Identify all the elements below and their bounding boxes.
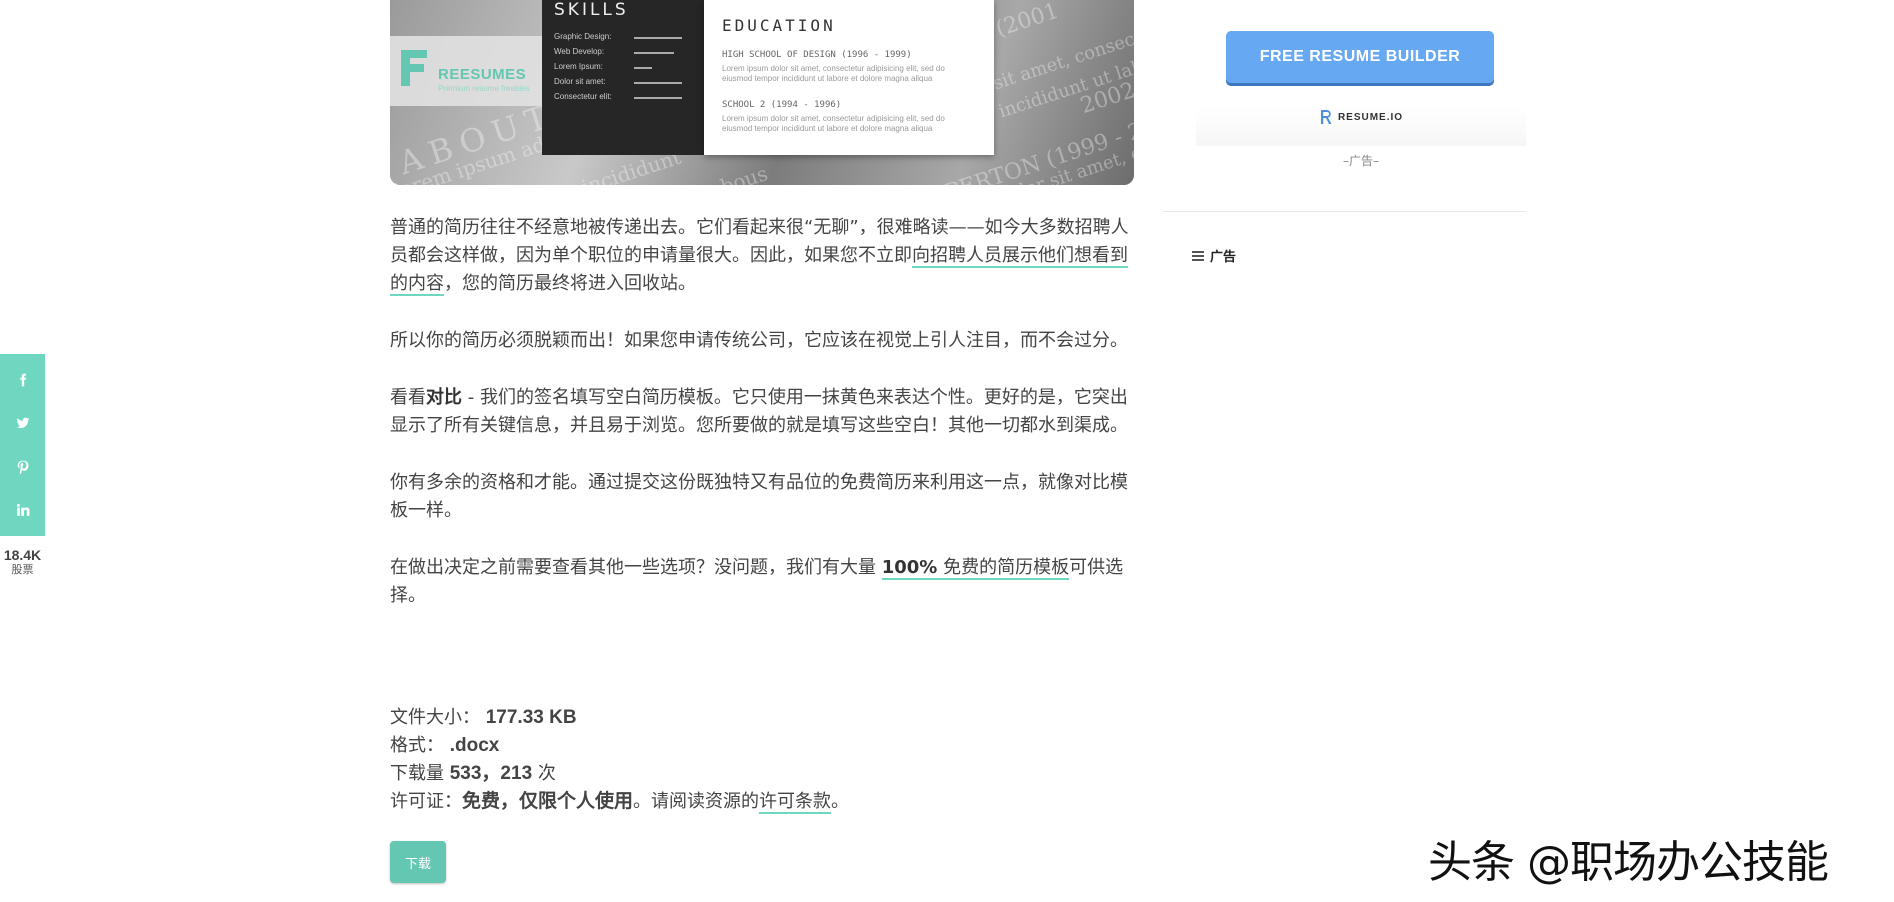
download-count-value: 533，213 [449,763,533,784]
paragraph-3: 看看对比 - 我们的签名填写空白简历模板。它只使用一抹黄色来表达个性。更好的是，… [390,387,1128,436]
facebook-share-button[interactable] [0,360,45,400]
twitter-icon [16,417,29,429]
free-templates-link[interactable]: 100% 免费的简历模板 [881,557,1070,580]
file-format-row: 格式： .docx [390,735,500,756]
linkedin-share-button[interactable] [0,490,45,530]
contrast-template-name: 对比 [426,387,462,408]
pinterest-share-button[interactable] [0,447,45,487]
skill-bar [634,52,674,54]
skill-bar [634,37,682,39]
education-panel: EDUCATION HIGH SCHOOL OF DESIGN (1996 - … [704,0,994,155]
sidebar-divider [1163,211,1526,212]
file-size-row: 文件大小： 177.33 KB [390,707,577,728]
download-button[interactable]: 下载 [390,841,446,883]
share-count-number: 18.4K [3,547,42,563]
skills-panel: SKILLS Graphic Design: Web Develop: Lore… [542,0,706,155]
pinterest-icon [17,460,28,474]
logo-subtitle: Premium resume freebies [438,84,530,93]
license-terms-link[interactable]: 许可条款 [759,791,832,814]
sidebar-ad-label: 广告 [1210,250,1237,265]
bg-text-bous: bous [717,161,771,185]
freesumes-logo-icon [401,50,427,86]
social-share-bar [0,354,45,536]
license-value: 免费，仅限个人使用 [462,791,634,812]
paragraph-1: 普通的简历往往不经意地被传递出去。它们看起来很“无聊”，很难略读——如今大多数招… [390,217,1129,296]
file-size-value: 177.33 KB [485,707,577,728]
school-2: SCHOOL 2 (1994 - 1996) [722,100,842,110]
free-resume-builder-button[interactable]: FREE RESUME BUILDER [1226,31,1494,83]
skill-label: Consectetur elit: [554,92,612,101]
ad-note: –广告– [1342,154,1379,168]
paragraph-5: 在做出决定之前需要查看其他一些选项？没问题，我们有大量 100% 免费的简历模板… [390,557,1124,606]
skill-label: Graphic Design: [554,32,612,41]
paragraph-4: 你有多余的资格和才能。通过提交这份既独特又有品位的免费简历来利用这一点，就像对比… [390,472,1128,521]
skills-title: SKILLS [554,0,629,20]
skill-bar [634,97,682,99]
skill-label: Dolor sit amet: [554,77,606,86]
education-title: EDUCATION [722,16,836,35]
paragraph-2: 所以你的简历必须脱颖而出！如果您申请传统公司，它应该在视觉上引人注目，而不会过分… [390,330,1128,351]
school-2-description: Lorem ipsum dolor sit amet, consectetur … [722,114,945,133]
skill-bar [634,82,682,84]
share-count-label: 股票 [11,563,34,576]
license-row: 许可证：免费，仅限个人使用。请阅读资源的许可条款。 [390,791,850,814]
freesumes-logo: REESUMES Premium resume freebies [390,36,542,106]
watermark-text: 头条 @职场办公技能 [1428,837,1829,888]
skill-label: Web Develop: [554,47,605,56]
facebook-icon [19,373,26,387]
file-format-value: .docx [449,735,500,756]
share-count: 18.4K 股票 [0,547,45,577]
resume-io-logo-icon [1320,110,1332,124]
bg-text-year: (2001 [992,0,1062,43]
resume-preview-image: ABOUT lorem ipsum adipis incididunt bous… [390,0,1134,185]
sidebar-ad-heading: 广告 [1192,246,1236,265]
download-count-row: 下载量 533，213 次 [390,763,556,784]
file-info: 文件大小： 177.33 KB 格式： .docx 下载量 533，213 次 … [390,704,1134,816]
school-1-description: Lorem ipsum dolor sit amet, consectetur … [722,64,945,83]
linkedin-icon [16,504,29,517]
skill-bar [634,67,652,69]
resume-io-label: RESUME.IO [1337,111,1404,123]
logo-text: REESUMES [438,66,527,83]
skill-label: Lorem Ipsum: [554,62,603,71]
article-body: 普通的简历往往不经意地被传递出去。它们看起来很“无聊”，很难略读——如今大多数招… [390,214,1134,639]
menu-icon [1192,250,1204,261]
school-1: HIGH SCHOOL OF DESIGN (1996 - 1999) [722,50,912,60]
twitter-share-button[interactable] [0,403,45,443]
resume-io-brand[interactable]: RESUME.IO [1196,106,1526,146]
